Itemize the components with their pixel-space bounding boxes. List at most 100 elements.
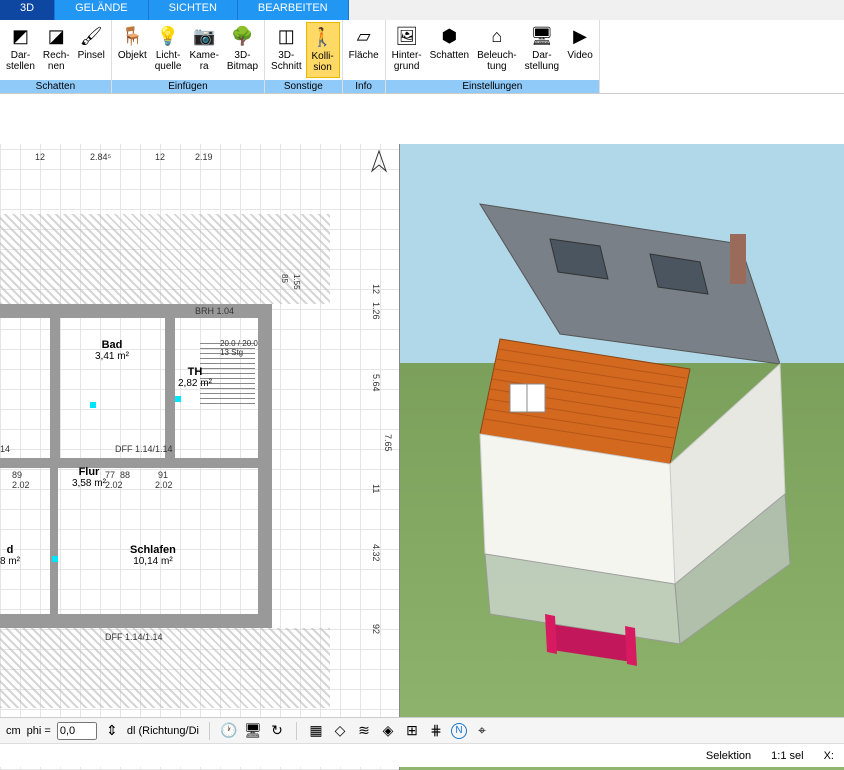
dim-label: 14 [0, 444, 10, 454]
group-label-einfuegen: Einfügen [112, 80, 264, 93]
grid-icon[interactable]: ⊞ [403, 722, 421, 740]
roof-hatch [0, 214, 330, 304]
house-model [440, 184, 820, 684]
cut-icon: ◫ [274, 24, 298, 48]
shadow-icon: ⬢ [437, 24, 461, 48]
refresh-icon[interactable]: ↻ [268, 722, 286, 740]
dl-label: dl (Richtung/Di [127, 725, 199, 737]
area-icon: ▱ [352, 24, 376, 48]
dim-label: 2.02 [105, 480, 123, 490]
dim-label: 12 [371, 284, 381, 294]
beleuchtung-button[interactable]: ⌂ Beleuch- tung [473, 22, 520, 78]
dim-label: 91 [158, 470, 168, 480]
dim-label: 2.02 [12, 480, 30, 490]
workspace: 12 2.84⁵ 12 2.19 Bad 3,41 m² TH 2,82 m² … [0, 144, 844, 770]
display-icon: 🖥 [530, 24, 554, 48]
light-icon: ⌂ [485, 24, 509, 48]
tab-gelaende[interactable]: GELÄNDE [55, 0, 149, 20]
selektion-label: Selektion [706, 750, 751, 762]
tree-icon: 🌳 [230, 24, 254, 48]
kamera-button[interactable]: 📷 Kame- ra [185, 22, 222, 78]
scale-label: 1:1 sel [771, 750, 803, 762]
bulb-icon: 💡 [156, 24, 180, 48]
phi-label: phi = [27, 725, 51, 737]
pinsel-button[interactable]: 🖌 Pinsel [74, 22, 109, 78]
tab-sichten[interactable]: SICHTEN [149, 0, 238, 20]
ribbon-group-info: ▱ Fläche Info [343, 20, 386, 93]
3d-view[interactable] [400, 144, 844, 770]
brush-icon: 🖌 [79, 24, 103, 48]
dim-label: BRH 1.04 [195, 306, 234, 316]
wall [50, 304, 60, 464]
marker [90, 402, 96, 408]
wall [50, 464, 58, 619]
dim-label: 4.32 [371, 544, 381, 562]
dim-label: 88 [120, 470, 130, 480]
stepper-icon[interactable]: ⇕ [103, 722, 121, 740]
floorplan-view[interactable]: 12 2.84⁵ 12 2.19 Bad 3,41 m² TH 2,82 m² … [0, 144, 400, 770]
layers-icon[interactable]: ▦ [307, 722, 325, 740]
dim-label: 89 [12, 470, 22, 480]
dim-label: 77 [105, 470, 115, 480]
tab-bar: 3D GELÄNDE SICHTEN BEARBEITEN [0, 0, 844, 20]
monitor-icon[interactable]: 🖥 [244, 722, 262, 740]
dim-label: 92 [371, 624, 381, 634]
play-icon: ▶ [568, 24, 592, 48]
x-label: X: [824, 750, 834, 762]
ribbon-group-schatten: ◩ Dar- stellen ◪ Rech- nen 🖌 Pinsel Scha… [0, 20, 112, 93]
ribbon-group-einstellungen: 🖼 Hinter- grund ⬢ Schatten ⌂ Beleuch- tu… [386, 20, 600, 93]
rechnen-button[interactable]: ◪ Rech- nen [39, 22, 74, 78]
kollision-button[interactable]: 🚶 Kolli- sion [306, 22, 340, 78]
ribbon: ◩ Dar- stellen ◪ Rech- nen 🖌 Pinsel Scha… [0, 20, 844, 94]
footer-bar: Selektion 1:1 sel X: [0, 743, 844, 767]
dim-label: 2.84⁵ [90, 152, 111, 162]
room-label-schlafen: Schlafen 10,14 m² [130, 544, 176, 567]
cube-icon: ◩ [8, 24, 32, 48]
dim-label: 12 [35, 152, 45, 162]
unit-label: cm [6, 725, 21, 737]
flaeche-button[interactable]: ▱ Fläche [345, 22, 383, 78]
camera-icon: 📷 [192, 24, 216, 48]
dim-label: DFF 1.14/1.14 [115, 444, 173, 454]
chair-icon: 🪑 [120, 24, 144, 48]
clock-icon[interactable]: 🕐 [220, 722, 238, 740]
marker [175, 396, 181, 402]
tab-3d[interactable]: 3D [0, 0, 55, 20]
schatten2-button[interactable]: ⬢ Schatten [426, 22, 473, 78]
marker [52, 556, 58, 562]
hash-icon[interactable]: ⋕ [427, 722, 445, 740]
cursor-icon[interactable]: ⌖ [473, 722, 491, 740]
room-label-bad: Bad 3,41 m² [95, 339, 129, 362]
diamond-icon[interactable]: ◇ [331, 722, 349, 740]
group-label-sonstige: Sonstige [265, 80, 342, 93]
phi-input[interactable] [57, 722, 97, 740]
schnitt-button[interactable]: ◫ 3D- Schnitt [267, 22, 306, 78]
dim-label: 1.26 [371, 302, 381, 320]
dim-label: 2.19 [195, 152, 213, 162]
stack-icon[interactable]: ≋ [355, 722, 373, 740]
dim-label: 1.55 [292, 274, 301, 290]
person-icon: 🚶 [311, 25, 335, 49]
darstellen-button[interactable]: ◩ Dar- stellen [2, 22, 39, 78]
room-label-d: d 8 m² [0, 544, 20, 567]
rhombus-icon[interactable]: ◈ [379, 722, 397, 740]
room-label-th: TH 2,82 m² [178, 366, 212, 389]
compass-icon [364, 149, 394, 179]
dim-label: 11 [371, 484, 381, 493]
bitmap-button[interactable]: 🌳 3D- Bitmap [223, 22, 262, 78]
stair-label: 20.0 / 20.0 13 Stg [220, 339, 258, 357]
wall [165, 304, 175, 464]
lichtquelle-button[interactable]: 💡 Licht- quelle [151, 22, 186, 78]
ribbon-group-einfuegen: 🪑 Objekt 💡 Licht- quelle 📷 Kame- ra 🌳 3D… [112, 20, 265, 93]
dim-label: 12 [155, 152, 165, 162]
objekt-button[interactable]: 🪑 Objekt [114, 22, 151, 78]
darstellung-button[interactable]: 🖥 Dar- stellung [521, 22, 563, 78]
cube-shadow-icon: ◪ [44, 24, 68, 48]
n-icon[interactable]: N [451, 723, 467, 739]
wall [0, 458, 270, 468]
group-label-einstellungen: Einstellungen [386, 80, 599, 93]
ribbon-group-sonstige: ◫ 3D- Schnitt 🚶 Kolli- sion Sonstige [265, 20, 343, 93]
video-button[interactable]: ▶ Video [563, 22, 597, 78]
hintergrund-button[interactable]: 🖼 Hinter- grund [388, 22, 426, 78]
tab-bearbeiten[interactable]: BEARBEITEN [238, 0, 349, 20]
